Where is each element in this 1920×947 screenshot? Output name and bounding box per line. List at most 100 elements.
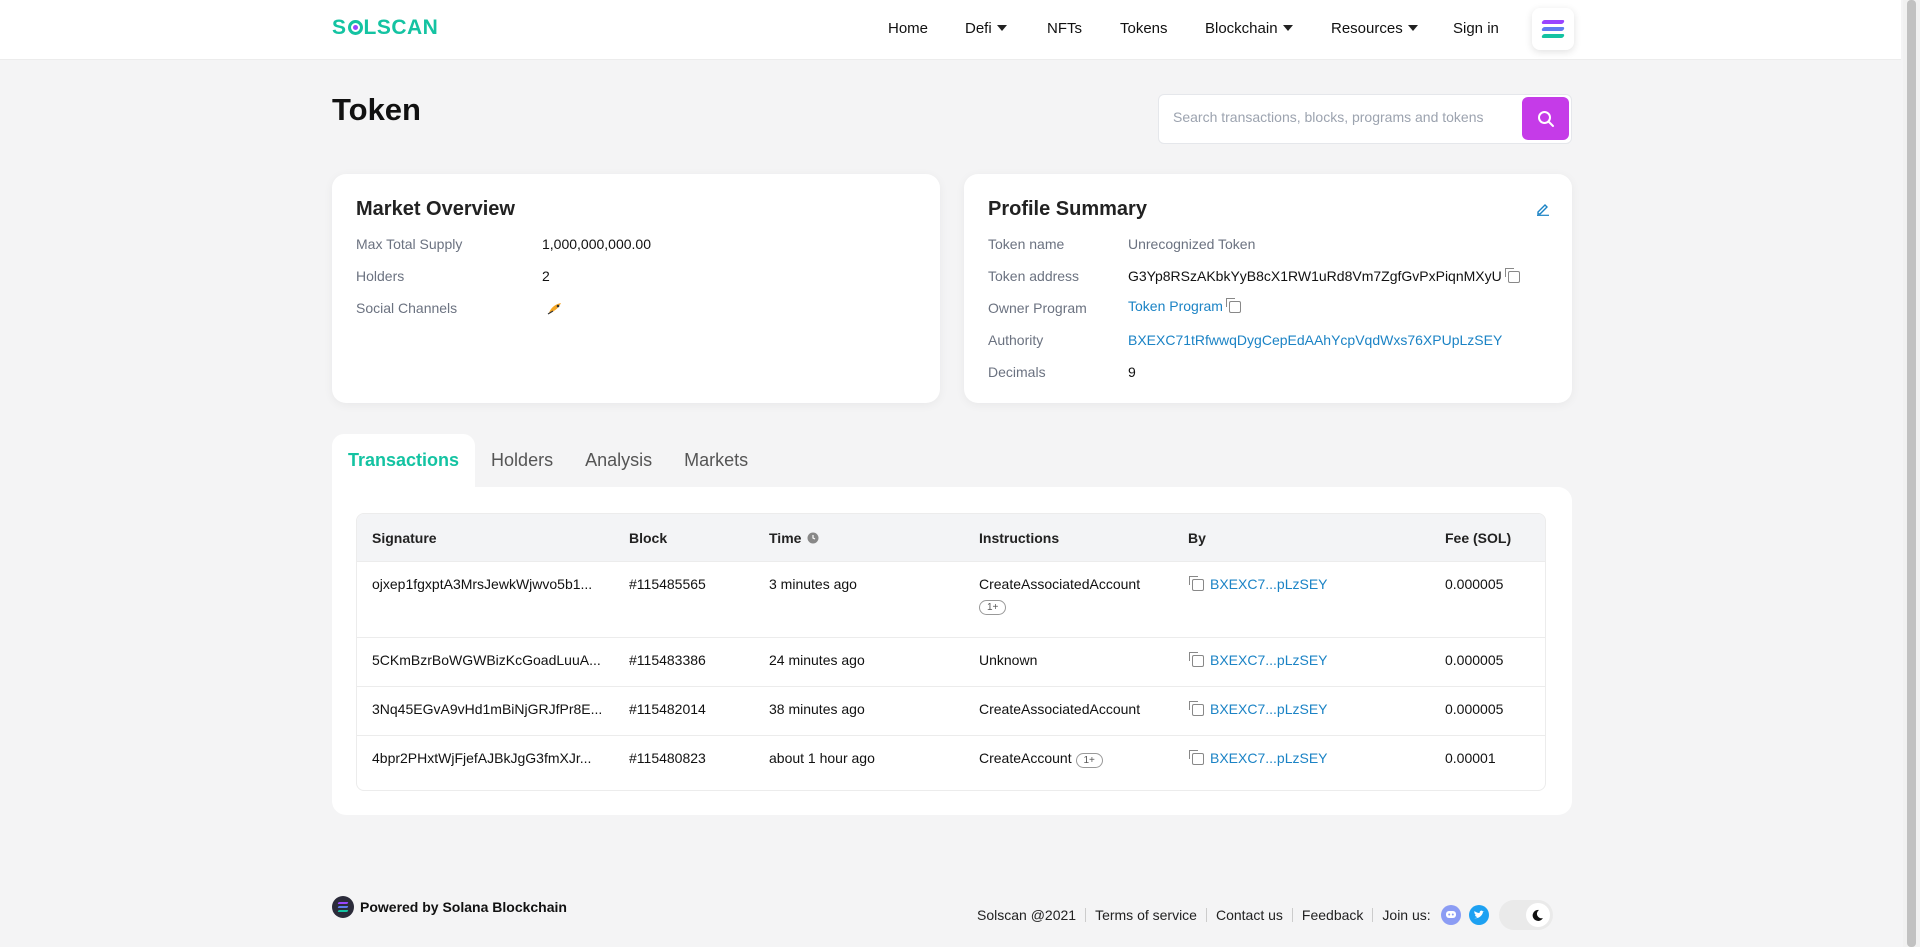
col-time-label: Time (769, 530, 802, 546)
footer-copyright: Solscan @2021 (977, 908, 1087, 922)
nav-tokens[interactable]: Tokens (1120, 20, 1168, 37)
col-by: By (1188, 530, 1206, 546)
search-box (1158, 94, 1572, 144)
nav-home[interactable]: Home (888, 20, 928, 37)
table-header: Signature Block Time Instructions By Fee… (357, 514, 1545, 562)
block-link[interactable]: #115482014 (629, 701, 706, 717)
decimals-label: Decimals (988, 364, 1046, 380)
fee-cell: 0.000005 (1445, 701, 1504, 717)
time-cell: 3 minutes ago (769, 576, 857, 592)
col-time: Time (769, 530, 819, 546)
by-cell: BXEXC7...pLzSEY (1188, 750, 1328, 766)
tab-holders[interactable]: Holders (475, 434, 569, 487)
edit-icon[interactable] (1536, 202, 1550, 216)
time-cell: 38 minutes ago (769, 701, 865, 717)
nav-blockchain[interactable]: Blockchain (1205, 20, 1293, 37)
theme-toggle[interactable] (1498, 900, 1553, 930)
time-cell: 24 minutes ago (769, 652, 865, 668)
holders-value: 2 (542, 268, 550, 284)
copy-icon[interactable] (1189, 701, 1204, 716)
block-link[interactable]: #115483386 (629, 652, 706, 668)
token-address-value: G3Yp8RSzAKbkYyB8cX1RW1uRd8Vm7ZgfGvPxPiqn… (1128, 268, 1520, 284)
signature-link[interactable]: 3Nq45EGvA9vHd1mBiNjGRJfPr8E... (372, 701, 602, 717)
instruction-cell: CreateAccount 1+ (979, 750, 1103, 768)
footer-contact-link[interactable]: Contact us (1207, 908, 1293, 922)
instruction-cell: CreateAssociatedAccount (979, 701, 1141, 717)
nav-signin[interactable]: Sign in (1453, 20, 1499, 37)
by-cell: BXEXC7...pLzSEY (1188, 652, 1328, 668)
max-supply-label: Max Total Supply (356, 236, 463, 252)
col-instructions: Instructions (979, 530, 1060, 546)
page-title: Token (332, 92, 421, 127)
market-overview-title: Market Overview (356, 198, 515, 220)
solana-icon (332, 896, 354, 918)
copy-icon[interactable] (1189, 576, 1204, 591)
authority-label: Authority (988, 332, 1044, 348)
token-address-label: Token address (988, 268, 1080, 284)
chevron-down-icon (1282, 25, 1293, 31)
table-row: 4bpr2PHxtWjFjefAJBkJgG3fmXJr... #1154808… (357, 736, 1545, 788)
block-link[interactable]: #115485565 (629, 576, 706, 592)
footer-join-label: Join us: (1382, 907, 1431, 923)
market-overview-card: Market Overview Max Total Supply 1,000,0… (332, 174, 940, 403)
instruction-cell: CreateAssociatedAccount (979, 576, 1141, 592)
by-link[interactable]: BXEXC7...pLzSEY (1210, 750, 1328, 766)
search-button[interactable] (1522, 97, 1569, 140)
moon-icon (1525, 903, 1550, 927)
copy-icon[interactable] (1189, 750, 1204, 765)
page-scrollbar[interactable] (1903, 0, 1920, 947)
holders-label: Holders (356, 268, 405, 284)
instruction-more-badge[interactable]: 1+ (1075, 753, 1103, 768)
signature-link[interactable]: 5CKmBzrBoWGWBizKcGoadLuuA... (372, 652, 601, 668)
footer-feedback-link[interactable]: Feedback (1293, 908, 1374, 922)
footer-powered: Powered by Solana Blockchain (332, 896, 567, 918)
col-block: Block (629, 530, 668, 546)
by-link[interactable]: BXEXC7...pLzSEY (1210, 701, 1328, 717)
search-input[interactable] (1173, 109, 1513, 125)
decimals-value: 9 (1128, 364, 1136, 380)
token-tabs: Transactions Holders Analysis Markets (332, 434, 764, 487)
transactions-panel: Signature Block Time Instructions By Fee… (332, 487, 1572, 815)
instruction-more-badge[interactable]: 1+ (979, 600, 1007, 615)
by-link[interactable]: BXEXC7...pLzSEY (1210, 576, 1328, 592)
token-name-value: Unrecognized Token (1128, 236, 1256, 252)
solscan-logo[interactable]: S LSCAN (332, 16, 438, 40)
owner-program-label: Owner Program (988, 300, 1087, 316)
col-signature: Signature (372, 530, 437, 546)
by-link[interactable]: BXEXC7...pLzSEY (1210, 652, 1328, 668)
solana-menu-button[interactable] (1532, 8, 1574, 50)
copy-icon[interactable] (1504, 268, 1520, 283)
owner-program-value: Token Program (1128, 298, 1241, 314)
authority-link[interactable]: BXEXC71tRfwwqDygCepEdAAhYcpVqdWxs76XPUpL… (1128, 332, 1502, 348)
chevron-down-icon (996, 25, 1007, 31)
owner-program-link[interactable]: Token Program (1128, 298, 1223, 314)
copy-icon[interactable] (1225, 298, 1241, 313)
twitter-icon[interactable] (1468, 905, 1489, 925)
tab-markets[interactable]: Markets (668, 434, 764, 487)
by-cell: BXEXC7...pLzSEY (1188, 576, 1328, 592)
tab-transactions[interactable]: Transactions (332, 434, 476, 487)
discord-icon[interactable] (1440, 905, 1461, 925)
powered-text: Powered by Solana Blockchain (360, 899, 567, 915)
signature-link[interactable]: ojxep1fgxptA3MrsJewkWjwvo5b1... (372, 576, 592, 592)
copy-icon[interactable] (1189, 652, 1204, 667)
nav-resources[interactable]: Resources (1331, 20, 1418, 37)
nav-nfts[interactable]: NFTs (1047, 20, 1082, 37)
transactions-table: Signature Block Time Instructions By Fee… (356, 513, 1546, 791)
token-name-label: Token name (988, 236, 1065, 252)
table-row: ojxep1fgxptA3MrsJewkWjwvo5b1... #1154855… (357, 562, 1545, 638)
search-icon (1537, 110, 1554, 127)
scrollbar-thumb[interactable] (1907, 0, 1916, 947)
tab-analysis[interactable]: Analysis (569, 434, 668, 487)
time-cell: about 1 hour ago (769, 750, 875, 766)
nav-defi[interactable]: Defi (965, 20, 1007, 37)
fee-cell: 0.00001 (1445, 750, 1496, 766)
block-link[interactable]: #115480823 (629, 750, 706, 766)
profile-summary-card: Profile Summary Token name Unrecognized … (964, 174, 1572, 403)
chevron-down-icon (1407, 25, 1418, 31)
signature-link[interactable]: 4bpr2PHxtWjFjefAJBkJgG3fmXJr... (372, 750, 591, 766)
instruction-text: CreateAccount (979, 750, 1072, 766)
footer-terms-link[interactable]: Terms of service (1086, 908, 1207, 922)
clock-icon[interactable] (807, 532, 819, 544)
coingecko-icon[interactable] (546, 299, 564, 320)
